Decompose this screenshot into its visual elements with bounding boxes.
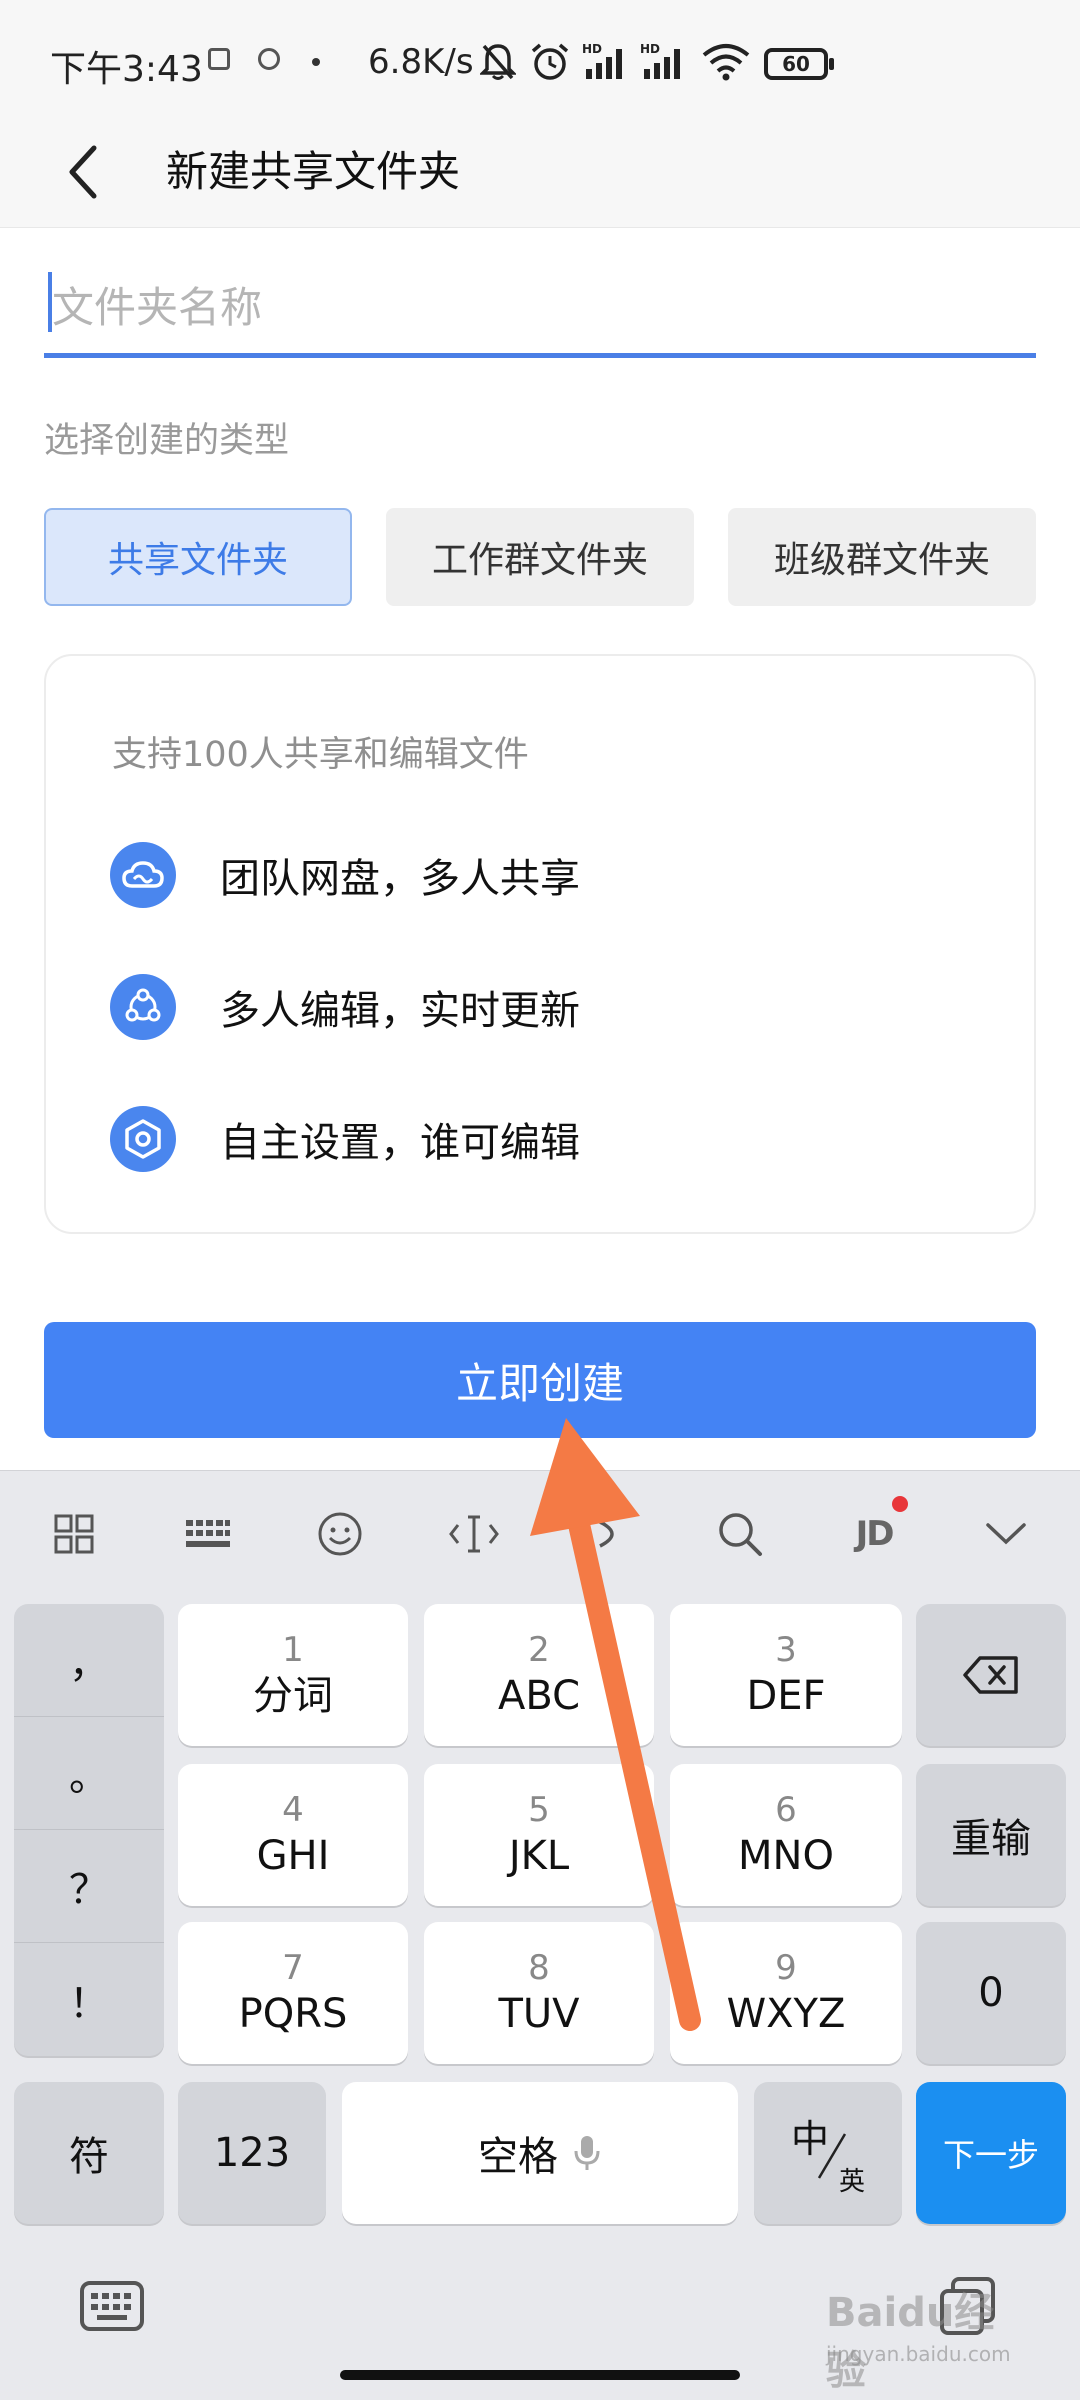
home-indicator[interactable] <box>340 2370 740 2380</box>
zh-en-switch-glyph: 中 英 <box>791 2117 865 2197</box>
more-notifications-icon <box>312 58 320 66</box>
feature-item: 多人编辑，实时更新 <box>110 972 580 1042</box>
feature-item: 自主设置，谁可编辑 <box>110 1104 580 1174</box>
network-speed: 6.8K/s <box>368 42 474 82</box>
feature-item: 团队网盘，多人共享 <box>110 840 580 910</box>
key-4[interactable]: 4 GHI <box>178 1764 408 1906</box>
clipboard-icon[interactable] <box>932 2270 1004 2342</box>
collapse-icon[interactable] <box>966 1502 1046 1566</box>
punct-key[interactable]: 。 <box>14 1717 164 1830</box>
punct-key[interactable]: ！ <box>14 1943 164 2056</box>
feature-card-headline: 支持100人共享和编辑文件 <box>112 735 529 775</box>
mute-icon <box>478 40 518 84</box>
number-switch-key[interactable]: 123 <box>178 2082 326 2224</box>
status-bar: 下午3:43 6.8K/s HD HD 60 <box>0 0 1080 120</box>
svg-text:HD: HD <box>640 42 660 56</box>
text-cursor <box>48 272 52 332</box>
keyboard-switch-icon[interactable] <box>76 2276 148 2336</box>
collaborate-icon <box>110 974 176 1040</box>
key-9[interactable]: 9 WXYZ <box>670 1922 902 2064</box>
chevron-left-icon <box>69 145 97 199</box>
cloud-icon <box>110 842 176 908</box>
back-button[interactable] <box>44 132 124 212</box>
backspace-key[interactable] <box>916 1604 1066 1746</box>
type-class-group-folder-button[interactable]: 班级群文件夹 <box>728 508 1036 606</box>
app-notification-icon <box>258 48 280 70</box>
feature-card: 支持100人共享和编辑文件 团队网盘，多人共享 多人编辑，实时更新 自主设置，谁… <box>44 654 1036 1234</box>
microphone-icon <box>574 2136 600 2170</box>
status-time: 下午3:43 <box>50 49 203 90</box>
create-now-button[interactable]: 立即创建 <box>44 1322 1036 1438</box>
zh-en-switch-key[interactable]: 中 英 <box>754 2082 902 2224</box>
folder-name-input[interactable] <box>44 262 1036 358</box>
cursor-icon[interactable] <box>434 1502 514 1566</box>
alarm-icon <box>528 40 572 84</box>
keyboard-icon[interactable] <box>168 1502 248 1566</box>
battery-icon: 60 <box>764 48 834 80</box>
svg-text:中: 中 <box>791 2117 829 2161</box>
space-key[interactable]: 空格 <box>342 2082 738 2224</box>
next-step-key[interactable]: 下一步 <box>916 2082 1066 2224</box>
settings-hex-icon <box>110 1106 176 1172</box>
wifi-icon <box>700 40 752 84</box>
key-3[interactable]: 3 DEF <box>670 1604 902 1746</box>
feature-text: 自主设置，谁可编辑 <box>220 1120 580 1166</box>
feature-text: 多人编辑，实时更新 <box>220 988 580 1034</box>
punctuation-column: ， 。 ？ ！ <box>14 1604 164 2056</box>
key-0[interactable]: 0 <box>916 1922 1066 2064</box>
page-title: 新建共享文件夹 <box>166 147 461 196</box>
type-shared-folder-button[interactable]: 共享文件夹 <box>44 508 352 606</box>
notification-dot <box>892 1496 908 1512</box>
signal-1-icon: HD <box>582 40 632 84</box>
symbol-key[interactable]: 符 <box>14 2082 164 2224</box>
key-2[interactable]: 2 ABC <box>424 1604 654 1746</box>
type-work-group-folder-button[interactable]: 工作群文件夹 <box>386 508 694 606</box>
key-5[interactable]: 5 JKL <box>424 1764 654 1906</box>
notification-icon <box>208 48 230 70</box>
emoji-icon[interactable] <box>300 1502 380 1566</box>
key-6[interactable]: 6 MNO <box>670 1764 902 1906</box>
voice-icon[interactable] <box>570 1502 650 1566</box>
backspace-icon <box>963 1656 1018 1694</box>
key-8[interactable]: 8 TUV <box>424 1922 654 2064</box>
feature-text: 团队网盘，多人共享 <box>220 856 580 902</box>
svg-text:HD: HD <box>582 42 602 56</box>
signal-2-icon: HD <box>640 40 690 84</box>
punct-key[interactable]: ？ <box>14 1830 164 1943</box>
key-7[interactable]: 7 PQRS <box>178 1922 408 2064</box>
app-header: 新建共享文件夹 <box>0 120 1080 228</box>
reenter-key[interactable]: 重输 <box>916 1764 1066 1906</box>
svg-text:英: 英 <box>839 2167 865 2197</box>
key-1[interactable]: 1 分词 <box>178 1604 408 1746</box>
punct-key[interactable]: ， <box>14 1604 164 1717</box>
grid-icon[interactable] <box>34 1502 114 1566</box>
type-section-label: 选择创建的类型 <box>44 421 290 461</box>
search-icon[interactable] <box>700 1502 780 1566</box>
